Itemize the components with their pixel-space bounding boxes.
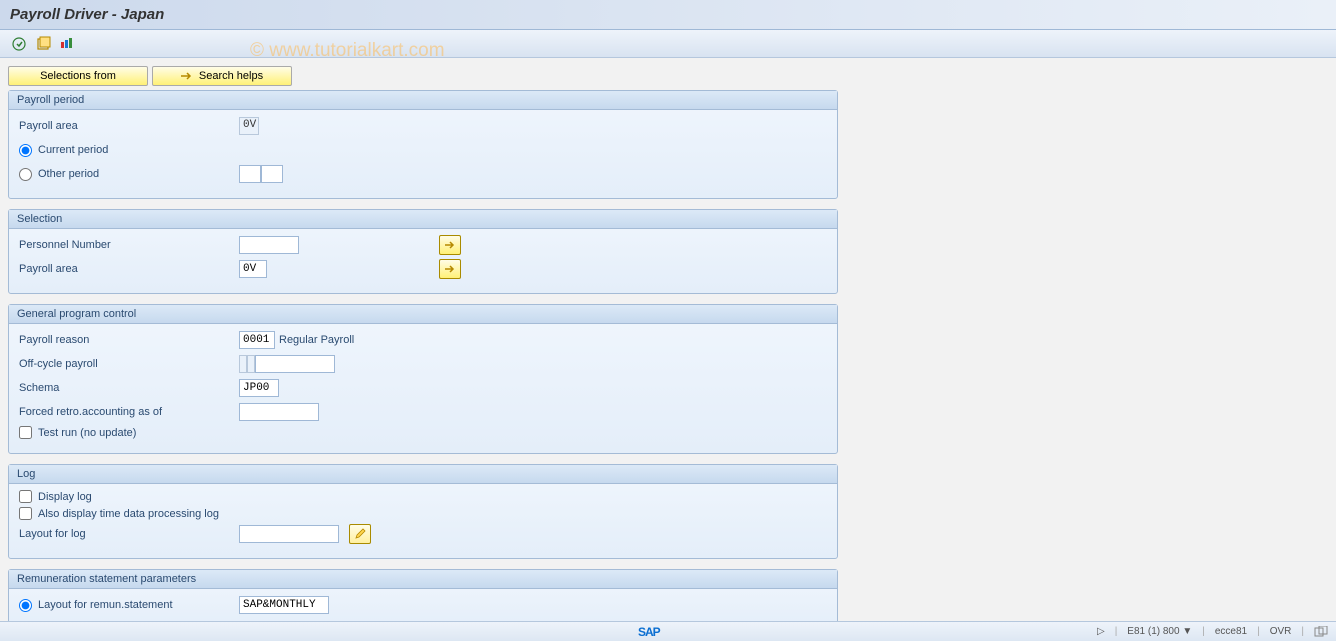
schema-label: Schema bbox=[19, 382, 239, 394]
current-period-label: Current period bbox=[38, 144, 108, 156]
payroll-reason-text: Regular Payroll bbox=[279, 334, 354, 346]
other-period-input-2[interactable] bbox=[261, 165, 283, 183]
payroll-area-value: 0V bbox=[239, 117, 259, 135]
panel-header-remuneration: Remuneration statement parameters bbox=[9, 570, 837, 589]
execute-icon[interactable] bbox=[10, 35, 28, 53]
layout-log-input[interactable] bbox=[239, 525, 339, 543]
payroll-area-label: Payroll area bbox=[19, 120, 239, 132]
test-run-checkbox[interactable] bbox=[19, 426, 32, 439]
sap-logo: SAP bbox=[638, 625, 660, 639]
other-period-label: Other period bbox=[38, 168, 99, 180]
current-period-radio-input[interactable] bbox=[19, 144, 32, 157]
selection-payroll-area-label: Payroll area bbox=[19, 263, 239, 275]
arrow-right-icon bbox=[181, 71, 193, 81]
forced-retro-input[interactable] bbox=[239, 403, 319, 421]
settings-icon[interactable] bbox=[58, 35, 76, 53]
search-helps-button[interactable]: Search helps bbox=[152, 66, 292, 86]
payroll-reason-label: Payroll reason bbox=[19, 334, 239, 346]
schema-input[interactable] bbox=[239, 379, 279, 397]
personnel-number-input[interactable] bbox=[239, 236, 299, 254]
status-bar: SAP ▷ | E81 (1) 800 ▼ | ecce81 | OVR | bbox=[0, 621, 1336, 641]
display-log-checkbox[interactable] bbox=[19, 490, 32, 503]
remun-layout-label: Layout for remun.statement bbox=[38, 599, 173, 611]
also-display-checkbox[interactable] bbox=[19, 507, 32, 520]
selections-from-button[interactable]: Selections from bbox=[8, 66, 148, 86]
layout-log-edit-button[interactable] bbox=[349, 524, 371, 544]
content-area: Selections from Search helps Payroll per… bbox=[0, 58, 1336, 635]
other-period-input-1[interactable] bbox=[239, 165, 261, 183]
offcycle-ro-1 bbox=[239, 355, 247, 373]
panel-header-selection: Selection bbox=[9, 210, 837, 229]
offcycle-ro-2 bbox=[247, 355, 255, 373]
toolbar bbox=[0, 30, 1336, 58]
panel-header-log: Log bbox=[9, 465, 837, 484]
personnel-number-multiple-button[interactable] bbox=[439, 235, 461, 255]
status-server: ecce81 bbox=[1215, 626, 1247, 637]
offcycle-label: Off-cycle payroll bbox=[19, 358, 239, 370]
status-mode: OVR bbox=[1270, 626, 1292, 637]
panel-general: General program control Payroll reason R… bbox=[8, 304, 838, 454]
variant-icon[interactable] bbox=[34, 35, 52, 53]
other-period-radio-input[interactable] bbox=[19, 168, 32, 181]
other-period-radio[interactable]: Other period bbox=[19, 168, 239, 181]
test-run-label: Test run (no update) bbox=[38, 427, 136, 439]
remun-layout-radio-input[interactable] bbox=[19, 599, 32, 612]
panel-header-general: General program control bbox=[9, 305, 837, 324]
panel-selection: Selection Personnel Number Payroll area bbox=[8, 209, 838, 294]
panel-log: Log Display log Also display time data p… bbox=[8, 464, 838, 559]
also-display-label: Also display time data processing log bbox=[38, 508, 219, 520]
current-period-radio[interactable]: Current period bbox=[19, 144, 108, 157]
display-log-label: Display log bbox=[38, 491, 92, 503]
personnel-number-label: Personnel Number bbox=[19, 239, 239, 251]
offcycle-input[interactable] bbox=[255, 355, 335, 373]
remun-layout-input[interactable] bbox=[239, 596, 329, 614]
status-extra-icon[interactable] bbox=[1314, 626, 1328, 638]
page-title: Payroll Driver - Japan bbox=[0, 0, 1336, 30]
selections-from-label: Selections from bbox=[40, 70, 116, 82]
payroll-reason-input[interactable] bbox=[239, 331, 275, 349]
panel-payroll-period: Payroll period Payroll area 0V Current p… bbox=[8, 90, 838, 199]
selection-payroll-area-input[interactable] bbox=[239, 260, 267, 278]
layout-log-label: Layout for log bbox=[19, 528, 239, 540]
payroll-area-multiple-button[interactable] bbox=[439, 259, 461, 279]
status-triangle-icon[interactable]: ▷ bbox=[1097, 626, 1105, 637]
panel-header-payroll-period: Payroll period bbox=[9, 91, 837, 110]
forced-retro-label: Forced retro.accounting as of bbox=[19, 406, 239, 418]
remun-layout-radio[interactable]: Layout for remun.statement bbox=[19, 599, 239, 612]
status-system: E81 (1) 800 ▼ bbox=[1127, 626, 1192, 637]
search-helps-label: Search helps bbox=[199, 70, 263, 82]
